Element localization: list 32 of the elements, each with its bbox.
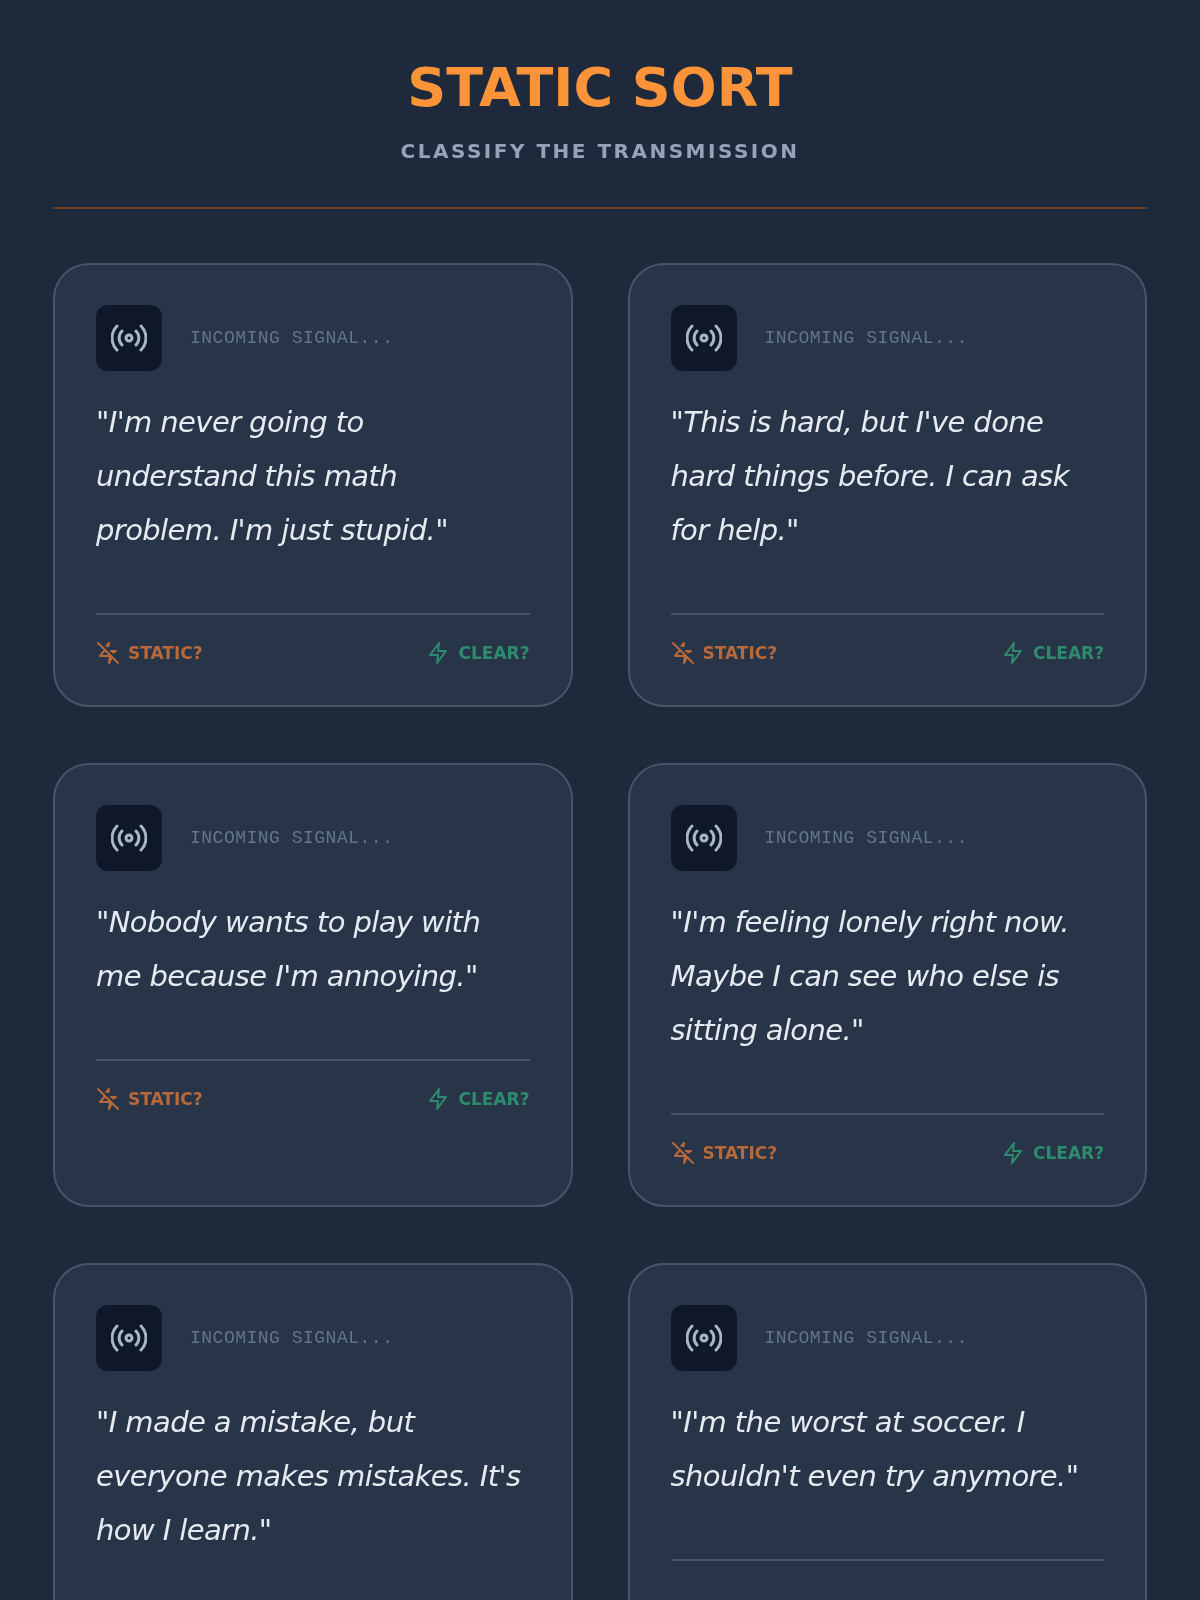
signal-label: INCOMING SIGNAL... (190, 328, 394, 348)
quote-text: "I'm the worst at soccer. I shouldn't even try anymore." (670, 1404, 1080, 1495)
clear-button[interactable]: CLEAR? (1000, 641, 1104, 665)
zap-off-icon (670, 1141, 695, 1165)
app-subtitle: CLASSIFY THE TRANSMISSION (400, 139, 800, 163)
signal-icon (670, 805, 737, 871)
quote-text: "This is hard, but I've done hard things before. I can ask for help." (670, 404, 1071, 549)
clear-button[interactable]: CLEAR? (426, 1087, 530, 1111)
signal-icon (96, 1305, 162, 1371)
quote-text: "Nobody wants to play with me because I'm annoying." (96, 904, 482, 995)
clear-button[interactable]: CLEAR? (426, 641, 530, 665)
signal-icon (96, 805, 162, 871)
static-button[interactable]: STATIC? (670, 641, 778, 665)
quote-text: "I'm feeling lonely right now. Maybe I can see who else is sitting alone." (670, 904, 1070, 1049)
static-button[interactable]: STATIC? (670, 1141, 778, 1165)
zap-off-icon (96, 1087, 120, 1111)
signal-label: INCOMING SIGNAL... (190, 828, 394, 848)
signal-label: INCOMING SIGNAL... (764, 328, 968, 348)
signal-label: INCOMING SIGNAL... (190, 1328, 394, 1348)
quote-text: "I'm never going to understand this math problem. I'm just stupid." (96, 404, 449, 549)
signal-label: INCOMING SIGNAL... (764, 1328, 968, 1348)
app-title: STATIC SORT (407, 56, 793, 119)
zap-off-icon (670, 641, 695, 665)
signal-icon (670, 305, 737, 371)
static-button[interactable]: STATIC? (96, 1087, 203, 1111)
quote-text: "I made a mistake, but everyone makes mistakes. It's how I learn." (96, 1404, 522, 1549)
static-button[interactable]: STATIC? (96, 641, 203, 665)
clear-button[interactable]: CLEAR? (1000, 1141, 1104, 1165)
signal-icon (96, 305, 162, 371)
zap-off-icon (96, 641, 120, 665)
signal-icon (670, 1305, 737, 1371)
signal-label: INCOMING SIGNAL... (764, 828, 968, 848)
